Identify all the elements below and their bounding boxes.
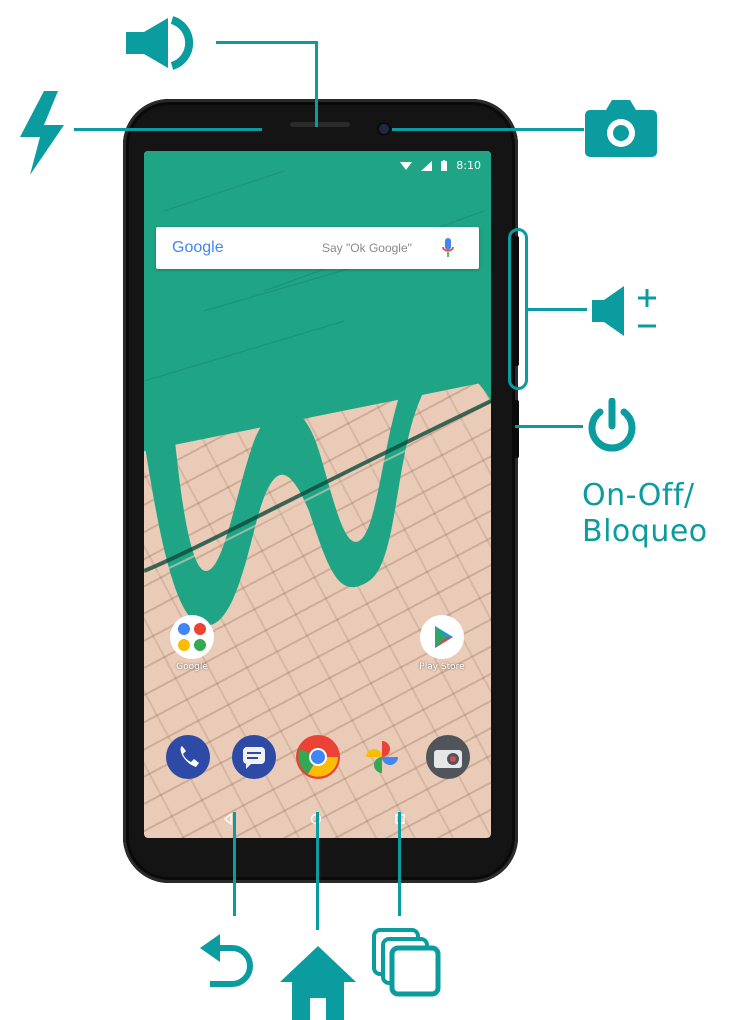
speaker-callout-line — [216, 41, 318, 44]
speaker-callout-line-vertical — [315, 41, 318, 127]
power-label-line1: On-Off/ — [582, 478, 695, 513]
play-store-icon[interactable] — [420, 615, 464, 659]
back-icon — [200, 934, 253, 987]
battery-icon — [441, 160, 448, 171]
back-callout-line — [233, 812, 236, 916]
wifi-icon — [400, 161, 413, 170]
camera-icon[interactable] — [426, 735, 470, 779]
power-button[interactable] — [514, 400, 519, 458]
speaker-icon — [126, 16, 194, 70]
google-folder-label: Google — [176, 662, 208, 672]
play-store-label: Play Store — [419, 662, 465, 672]
sensor-callout-line — [74, 128, 262, 131]
power-label-line2: Bloqueo — [582, 514, 708, 549]
flash-sensor-icon — [20, 91, 64, 175]
recents-callout-line — [398, 812, 401, 916]
camera-callout-line — [392, 128, 584, 131]
volume-callout-line — [527, 308, 587, 311]
volume-highlight-bracket — [508, 228, 528, 390]
chrome-icon[interactable] — [296, 735, 340, 779]
camera-callout-icon — [585, 100, 657, 157]
phone-icon[interactable] — [166, 735, 210, 779]
google-search-widget[interactable]: Google Say "Ok Google" — [156, 227, 479, 269]
home-icon — [280, 946, 356, 1020]
status-icons: 8:10 — [400, 159, 481, 172]
volume-up-down-icon — [592, 286, 656, 336]
status-time: 8:10 — [456, 159, 481, 172]
status-bar: 8:10 — [144, 151, 491, 177]
signal-icon — [421, 160, 433, 171]
phone-screen: 8:10 Google Say "Ok Google" Google Play … — [144, 151, 491, 838]
mic-icon[interactable] — [441, 237, 455, 259]
front-camera — [379, 124, 389, 134]
power-callout-line — [515, 425, 583, 428]
google-folder-icon[interactable] — [170, 615, 214, 659]
power-icon — [588, 398, 636, 452]
google-logo: Google — [172, 239, 224, 256]
power-label: On-Off/ Bloqueo — [582, 478, 708, 550]
photos-icon[interactable] — [360, 735, 404, 779]
home-callout-line — [316, 812, 319, 930]
earpiece-speaker — [290, 122, 350, 127]
search-hint: Say "Ok Google" — [322, 241, 412, 255]
recents-icon — [372, 928, 441, 997]
messages-icon[interactable] — [232, 735, 276, 779]
